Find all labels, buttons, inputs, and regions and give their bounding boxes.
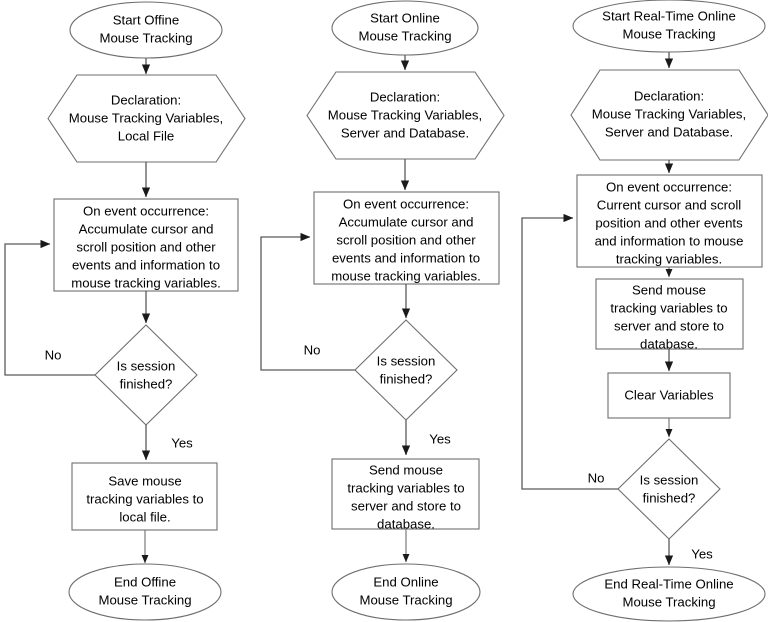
node-online-decision[interactable] — [354, 319, 458, 421]
node-realtime-process-line-5: tracking variables. — [616, 251, 722, 266]
node-online-end-line-2: Mouse Tracking — [359, 592, 452, 607]
node-online-action-line-3: server and store to — [351, 498, 461, 513]
node-online-process-line-3: scroll position and other — [336, 232, 476, 247]
node-realtime-declaration-line-2: Mouse Tracking Variables, — [592, 106, 746, 121]
edge-label-online-no: No — [304, 342, 321, 357]
node-offline-end-line-2: Mouse Tracking — [98, 592, 191, 607]
node-online-process-line-1: On event occurrence: — [343, 196, 469, 211]
node-realtime-send-line-2: tracking variables to — [610, 300, 727, 315]
edge-label-realtime-yes: Yes — [691, 546, 713, 561]
node-offline-decision[interactable] — [94, 324, 198, 426]
node-realtime-decision-line-2: finished? — [643, 490, 696, 505]
node-offline-process-line-4: events and information to — [72, 257, 220, 272]
node-online-declaration-line-1: Declaration: — [370, 89, 440, 104]
column-online: Start Online Mouse Tracking Declaration:… — [260, 0, 505, 621]
node-offline-action-line-1: Save mouse — [108, 473, 181, 488]
node-offline-start-line-2: Mouse Tracking — [99, 30, 192, 45]
node-realtime-start-line-1: Start Real-Time Online — [602, 8, 736, 23]
node-offline-process-line-1: On event occurrence: — [83, 203, 209, 218]
node-offline-process-line-2: Accumulate cursor and — [79, 221, 214, 236]
node-realtime-end-line-1: End Real-Time Online — [604, 576, 733, 591]
node-offline-process-line-5: mouse tracking variables. — [71, 275, 221, 290]
edge-label-offline-no: No — [45, 347, 62, 362]
flowchart-canvas: Start Offine Mouse Tracking Declaration:… — [0, 0, 768, 622]
node-online-action-line-1: Send mouse — [369, 462, 443, 477]
node-realtime-end-line-2: Mouse Tracking — [622, 594, 715, 609]
node-offline-decision-line-2: finished? — [120, 376, 173, 391]
node-offline-process-line-3: scroll position and other — [76, 239, 216, 254]
node-realtime-process-line-4: and information to mouse — [595, 233, 744, 248]
node-realtime-process-line-3: position and other events — [595, 215, 743, 230]
flowchart-svg: Start Offine Mouse Tracking Declaration:… — [4, 0, 768, 622]
node-online-process-line-2: Accumulate cursor and — [339, 214, 474, 229]
node-offline-declaration-line-3: Local File — [118, 128, 174, 143]
node-online-action-line-2: tracking variables to — [347, 480, 464, 495]
edge-label-realtime-no: No — [588, 470, 605, 485]
column-realtime: Start Real-Time Online Mouse Tracking De… — [521, 0, 768, 622]
node-realtime-start-line-2: Mouse Tracking — [622, 26, 715, 41]
node-realtime-clear-line-1: Clear Variables — [624, 387, 714, 402]
node-realtime-send-line-1: Send mouse — [632, 282, 706, 297]
column-offline: Start Offine Mouse Tracking Declaration:… — [4, 1, 246, 621]
node-online-process-line-5: mouse tracking variables. — [331, 268, 481, 283]
node-online-decision-line-1: Is session — [377, 353, 436, 368]
node-realtime-send-line-3: server and store to — [614, 318, 724, 333]
node-offline-action-line-3: local file. — [119, 509, 170, 524]
node-online-end-line-1: End Online — [373, 574, 438, 589]
node-online-declaration-line-2: Mouse Tracking Variables, — [328, 107, 482, 122]
node-realtime-declaration-line-1: Declaration: — [634, 88, 704, 103]
node-realtime-decision[interactable] — [617, 438, 721, 540]
node-online-decision-line-2: finished? — [380, 371, 433, 386]
node-online-declaration-line-3: Server and Database. — [341, 125, 469, 140]
node-online-start-line-2: Mouse Tracking — [358, 28, 451, 43]
node-online-start-line-1: Start Online — [370, 10, 440, 25]
node-online-process-line-4: events and information to — [332, 250, 480, 265]
node-realtime-process-line-2: Current cursor and scroll — [597, 197, 741, 212]
node-realtime-decision-line-1: Is session — [640, 472, 699, 487]
node-offline-declaration-line-2: Mouse Tracking Variables, — [69, 110, 223, 125]
node-offline-start-line-1: Start Offine — [113, 12, 179, 27]
node-offline-action-line-2: tracking variables to — [86, 491, 203, 506]
node-realtime-process-line-1: On event occurrence: — [606, 179, 732, 194]
node-offline-end-line-1: End Offine — [114, 574, 176, 589]
node-realtime-declaration-line-3: Server and Database. — [605, 124, 733, 139]
node-offline-decision-line-1: Is session — [117, 358, 176, 373]
edge-label-online-yes: Yes — [429, 431, 451, 446]
node-offline-declaration-line-1: Declaration: — [111, 92, 181, 107]
edge-label-offline-yes: Yes — [171, 435, 193, 450]
